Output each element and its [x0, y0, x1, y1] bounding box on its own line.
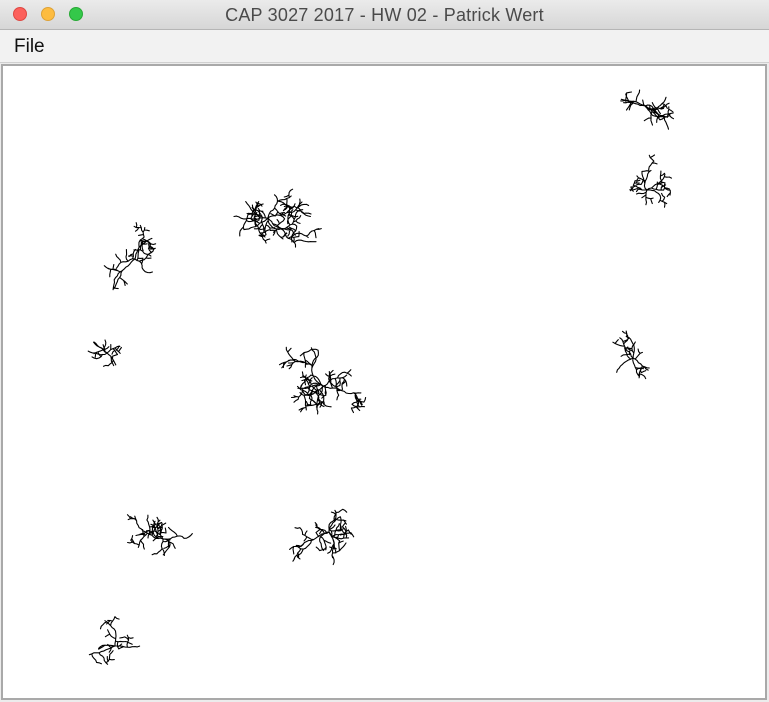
dla-cluster — [88, 616, 141, 665]
dla-canvas-svg — [87, 89, 675, 665]
dla-cluster — [103, 222, 157, 291]
dla-cluster — [612, 330, 650, 380]
dla-cluster — [233, 188, 322, 248]
menu-bar: File — [0, 30, 769, 63]
dla-cluster — [629, 154, 673, 208]
menu-file[interactable]: File — [12, 36, 47, 58]
dla-cluster — [289, 508, 355, 566]
dla-cluster — [126, 514, 193, 557]
title-bar: CAP 3027 2017 - HW 02 - Patrick Wert — [0, 0, 769, 30]
dla-cluster — [278, 346, 367, 415]
drawing-canvas[interactable] — [1, 64, 767, 700]
window-title: CAP 3027 2017 - HW 02 - Patrick Wert — [225, 5, 544, 25]
dla-cluster — [87, 339, 122, 367]
dla-cluster — [620, 89, 675, 130]
